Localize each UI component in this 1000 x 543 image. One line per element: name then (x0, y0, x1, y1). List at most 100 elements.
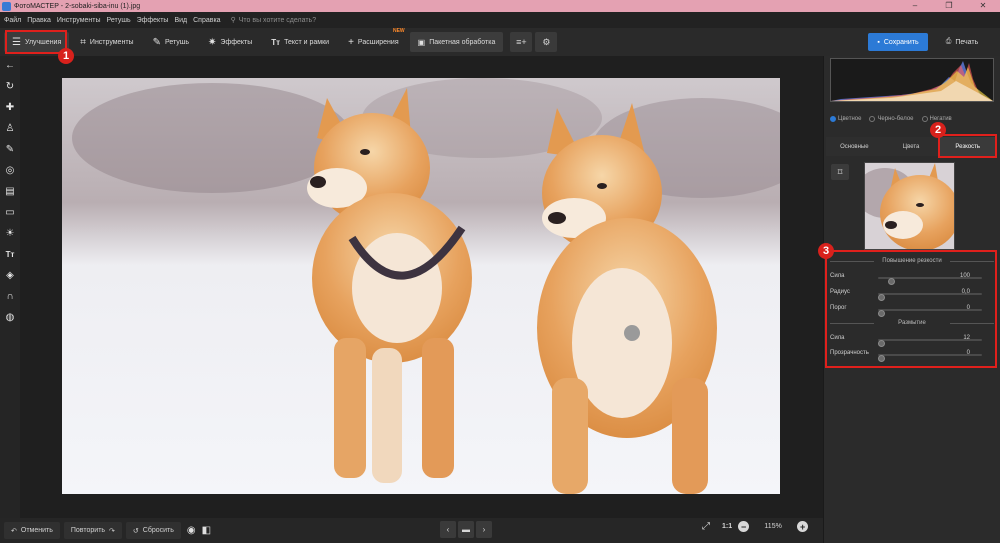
redo-label: Повторить (70, 527, 106, 534)
gradient-icon[interactable]: ▤ (2, 184, 18, 199)
tab-colors[interactable]: Цвета (882, 137, 940, 156)
highlight-box-2 (938, 134, 997, 158)
tab-extensions[interactable]: + Расширения NEW (340, 28, 407, 52)
stamp-icon[interactable]: ♙ (2, 121, 18, 136)
shiba-inu-photo (62, 78, 780, 494)
text-icon[interactable]: Tт (2, 247, 18, 262)
mode-negative-label: Негатив (929, 116, 952, 122)
menu-file[interactable]: Файл (4, 17, 21, 24)
left-toolbar: ← ↻ ✚ ♙ ✎ ◎ ▤ ▭ ☀ Tт ◈ ∩ ◍ (0, 56, 20, 518)
reset-label: Сбросить (142, 527, 174, 534)
batch-processing-button[interactable]: ▣ Пакетная обработка (409, 32, 504, 52)
add-list-icon: ≡+ (516, 37, 527, 47)
fit-screen-icon[interactable]: ⤢ (702, 521, 710, 532)
zoom-controls: ⤢ 1:1 − 115% + (702, 521, 809, 532)
search-placeholder: Что вы хотите сделать? (238, 16, 317, 24)
plus-icon: + (348, 36, 354, 48)
fill-icon[interactable]: ◈ (2, 268, 18, 283)
filter-settings-icon: ⚙ (542, 36, 551, 47)
brush-icon: ✎ (152, 36, 161, 48)
zoom-in-button[interactable]: + (797, 521, 809, 532)
vignette-icon[interactable]: ▭ (2, 205, 18, 220)
reset-button[interactable]: ↺ Сбросить (125, 522, 181, 539)
image-navigation: ‹ ▬ › (440, 521, 492, 538)
close-button[interactable]: ✕ (966, 0, 1000, 12)
brush-icon[interactable]: ✎ (2, 142, 18, 157)
batch-icon: ▣ (417, 37, 426, 47)
menu-effects[interactable]: Эффекты (137, 17, 169, 24)
ratio-button[interactable]: 1:1 (722, 523, 732, 530)
mode-color-label: Цветное (838, 116, 862, 122)
bottom-bar: ↶ Отменить Повторить ↷ ↺ Сбросить ◉ ◧ (0, 518, 823, 543)
histogram-graph (831, 61, 993, 101)
radial-icon[interactable]: ◎ (2, 163, 18, 178)
next-image-button[interactable]: › (476, 521, 492, 538)
sharpness-preview (864, 162, 955, 250)
open-folder-button[interactable]: ▬ (458, 521, 474, 538)
settings-filter-button[interactable]: ⚙ (535, 32, 558, 52)
add-layer-button[interactable]: ≡+ (510, 32, 533, 52)
window-title: ФотоМАСТЕР - 2-sobaki-siba-inu (1).jpg (14, 2, 141, 10)
histogram (830, 58, 994, 102)
undo-label: Отменить (20, 527, 53, 534)
zoom-out-button[interactable]: − (738, 521, 750, 532)
tab-effects[interactable]: ✷ Эффекты (200, 32, 260, 52)
mode-bw[interactable]: Черно-белое (869, 116, 914, 122)
prev-image-button[interactable]: ‹ (440, 521, 456, 538)
undo-button[interactable]: ↶ Отменить (4, 522, 60, 539)
print-label: Печать (955, 38, 979, 46)
tab-text-frames[interactable]: Tт Текст и рамки (263, 32, 337, 52)
preview-image (865, 163, 954, 249)
folder-icon: ▬ (458, 521, 474, 538)
floppy-icon: ▪ (877, 38, 880, 46)
menu-tools[interactable]: Инструменты (57, 17, 101, 24)
save-button[interactable]: ▪ Сохранить (868, 33, 928, 51)
crop-icon: ⌗ (80, 36, 86, 48)
color-mode-group: Цветное Черно-белое Негатив (830, 116, 952, 122)
tab-basic[interactable]: Основные (826, 137, 883, 156)
menu-search[interactable]: ⚲ Что вы хотите сделать? (230, 16, 317, 25)
new-badge: NEW (392, 28, 405, 34)
main-toolbar: ☰ Улучшения ⌗ Инструменты ✎ Ретушь ✷ Эфф… (0, 28, 1000, 56)
zoom-value: 115% (764, 523, 782, 530)
tab-retouch[interactable]: ✎ Ретушь (145, 32, 197, 52)
search-icon: ⚲ (230, 17, 236, 24)
tab-retouch-label: Ретушь (164, 38, 190, 46)
compare-icon[interactable]: ◧ (202, 525, 211, 536)
tab-tools-label: Инструменты (89, 38, 134, 46)
sparkle-icon: ✷ (208, 36, 217, 48)
tab-extensions-label: Расширения (357, 38, 399, 46)
mode-color[interactable]: Цветное (830, 116, 861, 122)
back-arrow-icon[interactable]: ← (2, 58, 18, 73)
title-bar: ФотоМАСТЕР - 2-sobaki-siba-inu (1).jpg (0, 0, 1000, 12)
menu-retouch[interactable]: Ретушь (107, 17, 131, 24)
tab-text-frames-label: Текст и рамки (284, 38, 330, 46)
radio-selected-icon (830, 116, 836, 122)
redo-button[interactable]: Повторить ↷ (63, 522, 122, 539)
rotate-icon[interactable]: ↻ (2, 79, 18, 94)
menu-help[interactable]: Справка (193, 17, 220, 24)
highlight-box-3 (825, 250, 997, 368)
comment-icon: ⌑ (837, 166, 843, 177)
annotation-badge-1: 1 (58, 48, 74, 64)
globe-icon[interactable]: ◍ (2, 310, 18, 325)
menu-view[interactable]: Вид (174, 17, 187, 24)
save-label: Сохранить (883, 38, 919, 46)
annotation-badge-3: 3 (818, 243, 834, 259)
print-button[interactable]: ⎙ Печать (932, 33, 992, 51)
mode-bw-label: Черно-белое (877, 116, 914, 122)
minimize-button[interactable]: – (898, 0, 932, 12)
printer-icon: ⎙ (945, 38, 952, 45)
before-after-toggle[interactable]: ⌑ (831, 164, 849, 180)
tab-tools[interactable]: ⌗ Инструменты (72, 32, 141, 52)
eye-icon[interactable]: ◉ (187, 525, 196, 536)
sun-icon[interactable]: ☀ (2, 226, 18, 241)
menu-edit[interactable]: Правка (27, 17, 51, 24)
magnet-icon[interactable]: ∩ (2, 289, 18, 304)
undo-icon: ↶ (11, 527, 17, 535)
photo-canvas[interactable] (62, 78, 780, 494)
radio-icon (869, 116, 876, 122)
maximize-button[interactable]: ❐ (932, 0, 966, 12)
bandage-icon[interactable]: ✚ (2, 100, 18, 115)
window-controls: – ❐ ✕ (898, 0, 1000, 12)
